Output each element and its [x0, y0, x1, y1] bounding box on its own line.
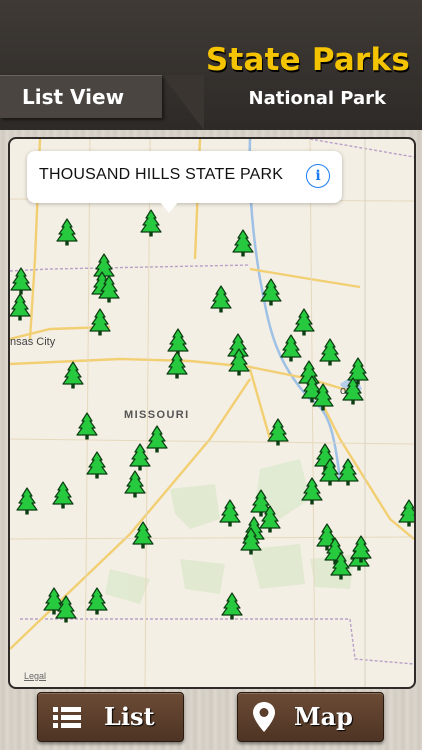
park-marker-tree-icon[interactable]	[10, 267, 32, 295]
park-marker-tree-icon[interactable]	[342, 377, 364, 405]
park-marker-tree-icon[interactable]	[301, 477, 323, 505]
park-marker-tree-icon[interactable]	[398, 499, 414, 527]
park-map[interactable]: THOUSAND HILLS STATE PARK i MISSOURI nsa…	[8, 137, 416, 689]
list-view-tab-label: List View	[22, 85, 125, 109]
list-button[interactable]: List	[37, 692, 184, 742]
location-pin-icon	[253, 702, 275, 732]
park-marker-tree-icon[interactable]	[55, 595, 77, 623]
app-title: State Parks	[205, 42, 410, 78]
list-view-tab[interactable]: List View	[0, 75, 162, 118]
map-button-label: Map	[294, 702, 353, 731]
info-icon[interactable]: i	[306, 164, 330, 188]
park-marker-tree-icon[interactable]	[337, 458, 359, 486]
park-marker-tree-icon[interactable]	[76, 412, 98, 440]
park-marker-tree-icon[interactable]	[228, 348, 250, 376]
park-marker-tree-icon[interactable]	[319, 338, 341, 366]
legal-link[interactable]: Legal	[24, 671, 46, 681]
park-marker-tree-icon[interactable]	[280, 334, 302, 362]
park-marker-tree-icon[interactable]	[293, 308, 315, 336]
park-marker-tree-icon[interactable]	[52, 481, 74, 509]
park-marker-tree-icon[interactable]	[166, 351, 188, 379]
park-marker-tree-icon[interactable]	[350, 535, 372, 563]
park-marker-tree-icon[interactable]	[259, 505, 281, 533]
city-label-kansas: nsas City	[10, 336, 56, 348]
callout-pointer	[159, 201, 179, 213]
park-marker-tree-icon[interactable]	[10, 293, 31, 321]
park-marker-tree-icon[interactable]	[129, 443, 151, 471]
subtitle: National Park	[248, 88, 386, 109]
park-marker-tree-icon[interactable]	[16, 487, 38, 515]
list-button-label: List	[104, 702, 155, 731]
park-marker-tree-icon[interactable]	[221, 592, 243, 620]
park-marker-tree-icon[interactable]	[62, 361, 84, 389]
callout-title: THOUSAND HILLS STATE PARK	[39, 166, 284, 183]
park-marker-tree-icon[interactable]	[232, 229, 254, 257]
park-marker-tree-icon[interactable]	[132, 521, 154, 549]
park-callout[interactable]: THOUSAND HILLS STATE PARK i	[27, 151, 342, 213]
park-marker-tree-icon[interactable]	[210, 285, 232, 313]
header-divider	[162, 75, 204, 130]
park-marker-tree-icon[interactable]	[219, 499, 241, 527]
park-marker-tree-icon[interactable]	[98, 275, 120, 303]
park-marker-tree-icon[interactable]	[56, 218, 78, 246]
park-marker-tree-icon[interactable]	[330, 552, 352, 580]
park-marker-tree-icon[interactable]	[89, 308, 111, 336]
park-marker-tree-icon[interactable]	[124, 470, 146, 498]
park-marker-tree-icon[interactable]	[267, 418, 289, 446]
park-marker-tree-icon[interactable]	[86, 451, 108, 479]
park-marker-tree-icon[interactable]	[140, 209, 162, 237]
list-icon	[53, 707, 81, 728]
map-button[interactable]: Map	[237, 692, 384, 742]
park-marker-tree-icon[interactable]	[86, 587, 108, 615]
park-marker-tree-icon[interactable]	[260, 278, 282, 306]
state-label: MISSOURI	[124, 409, 190, 421]
park-marker-tree-icon[interactable]	[312, 383, 334, 411]
